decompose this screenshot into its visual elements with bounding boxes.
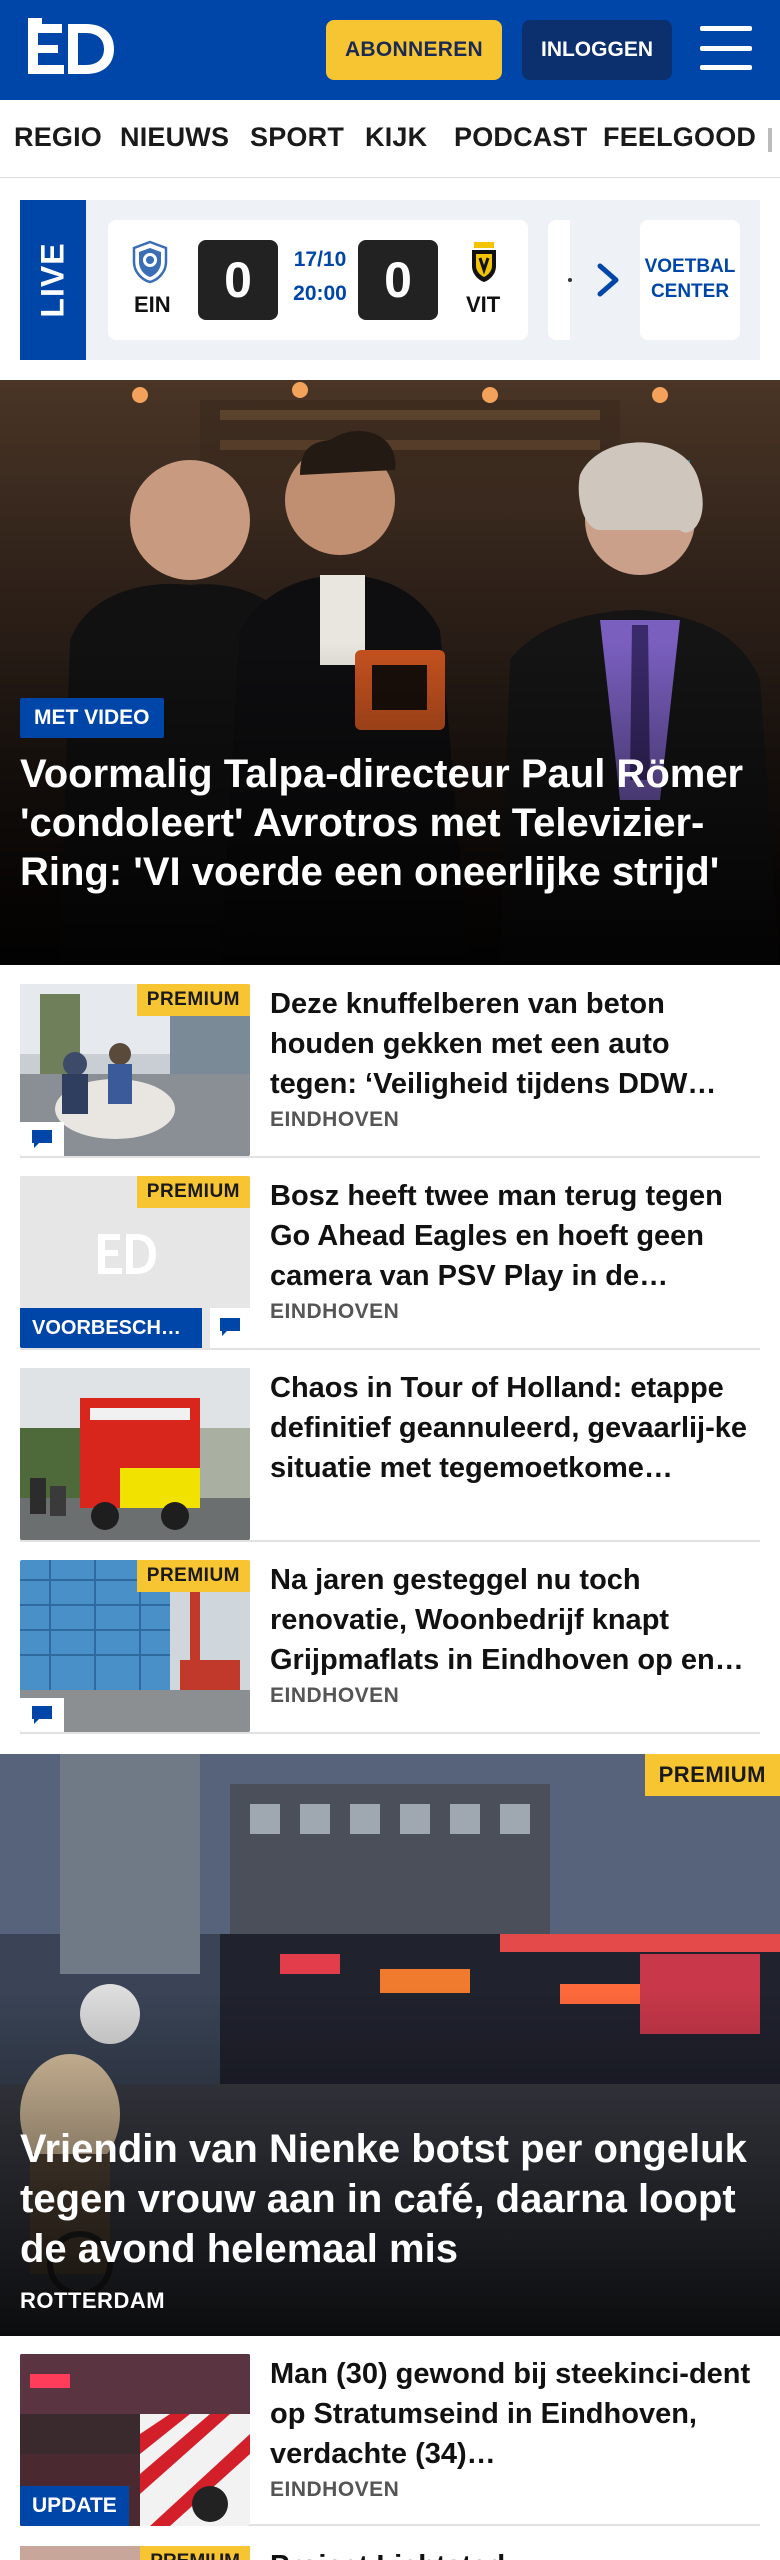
voetbal-center-link[interactable]: VOETBAL CENTER — [640, 220, 740, 340]
article-location: EINDHOVEN — [270, 1108, 400, 1131]
list-item[interactable]: PREMIUM Deze knuffelberen van beton houd… — [20, 984, 760, 1158]
away-score: 0 — [358, 240, 438, 320]
update-badge: UPDATE — [20, 2486, 129, 2526]
preview-badge: VOORBESCH… — [20, 1308, 202, 1348]
nav-item-sport[interactable]: SPORT — [250, 122, 344, 153]
article-title[interactable]: Man (30) gewond bij steekinci-dent op St… — [270, 2354, 760, 2474]
list-item-partial[interactable]: PREMIUM Project Lichtstad... — [20, 2546, 760, 2560]
article-title[interactable]: Deze knuffelberen van beton houden gekke… — [270, 984, 760, 1104]
article-title[interactable]: Chaos in Tour of Holland: etappe definit… — [270, 1368, 760, 1488]
subscribe-button[interactable]: ABONNEREN — [326, 20, 502, 80]
article-thumbnail — [20, 1368, 250, 1540]
article-thumbnail: PREMIUM — [20, 984, 250, 1156]
article-thumbnail: PREMIUM — [20, 2546, 250, 2560]
list-item[interactable]: PREMIUM VOORBESCH… Bosz heeft twee man t… — [20, 1176, 760, 1350]
away-team-name: VIT — [466, 292, 501, 317]
video-badge: MET VIDEO — [20, 698, 164, 738]
live-label: LIVE — [20, 200, 86, 360]
next-match-card-stub[interactable] — [548, 220, 570, 340]
list-item[interactable]: Chaos in Tour of Holland: etappe definit… — [20, 1368, 760, 1542]
live-score-bar: LIVE EIN 0 17/10 20:00 0 VIT VOETBAL CEN… — [20, 200, 760, 360]
ed-logo[interactable] — [28, 18, 116, 80]
match-date: 17/10 — [293, 248, 347, 271]
article-thumbnail: PREMIUM VOORBESCH… — [20, 1176, 250, 1348]
hamburger-icon[interactable] — [700, 26, 752, 70]
vitesse-crest-icon — [472, 242, 496, 282]
comment-icon — [210, 1308, 250, 1348]
comment-icon — [20, 1698, 64, 1732]
nav-item-kijk[interactable]: KIJK — [365, 122, 427, 153]
nav-overflow-edge — [768, 128, 772, 152]
list-item[interactable]: PREMIUM Na jaren gesteggel nu toch renov… — [20, 1560, 760, 1734]
nav-item-regio[interactable]: REGIO — [14, 122, 102, 153]
chevron-right-icon[interactable] — [594, 260, 622, 300]
article-thumbnail: PREMIUM — [20, 1560, 250, 1732]
match-card[interactable]: EIN 0 17/10 20:00 0 VIT — [108, 220, 528, 340]
article-thumbnail: UPDATE — [20, 2354, 250, 2526]
nav-item-nieuws[interactable]: NIEUWS — [120, 122, 229, 153]
list-item[interactable]: UPDATE Man (30) gewond bij steekinci-den… — [20, 2354, 760, 2526]
feature-headline[interactable]: Vriendin van Nienke botst per ongeluk te… — [20, 2124, 770, 2274]
nav-item-feelgood[interactable]: FEELGOOD — [603, 122, 756, 153]
main-nav: REGIO NIEUWS SPORT KIJK PODCAST FEELGOOD — [0, 100, 780, 178]
premium-badge: PREMIUM — [136, 984, 250, 1016]
comment-icon — [20, 1122, 64, 1156]
feature-location: ROTTERDAM — [20, 2288, 166, 2313]
article-location: EINDHOVEN — [270, 1684, 400, 1707]
match-time: 20:00 — [293, 282, 347, 305]
feature-article[interactable]: PREMIUM Vriendin van Nienke botst per on… — [0, 1754, 780, 2336]
login-button[interactable]: INLOGGEN — [522, 20, 672, 80]
article-title[interactable]: Project Lichtstad... — [270, 2546, 529, 2560]
site-header: ABONNEREN INLOGGEN — [0, 0, 780, 100]
article-title[interactable]: Bosz heeft twee man terug tegen Go Ahead… — [270, 1176, 760, 1296]
article-title[interactable]: Na jaren gesteggel nu toch renovatie, Wo… — [270, 1560, 760, 1680]
hero-headline[interactable]: Voormalig Talpa-directeur Paul Römer 'co… — [20, 750, 760, 897]
article-location: EINDHOVEN — [270, 2478, 400, 2501]
article-location: EINDHOVEN — [270, 1300, 400, 1323]
premium-badge: PREMIUM — [136, 1176, 250, 1208]
nav-item-podcast[interactable]: PODCAST — [454, 122, 587, 153]
premium-badge: PREMIUM — [136, 1560, 250, 1592]
premium-badge: PREMIUM — [644, 1754, 780, 1796]
home-team-name: EIN — [134, 292, 171, 317]
premium-badge: PREMIUM — [140, 2546, 250, 2560]
stub-dot — [568, 278, 572, 282]
psv-crest-icon — [132, 240, 168, 284]
hero-article[interactable]: MET VIDEO Voormalig Talpa-directeur Paul… — [0, 380, 780, 965]
home-score: 0 — [198, 240, 278, 320]
